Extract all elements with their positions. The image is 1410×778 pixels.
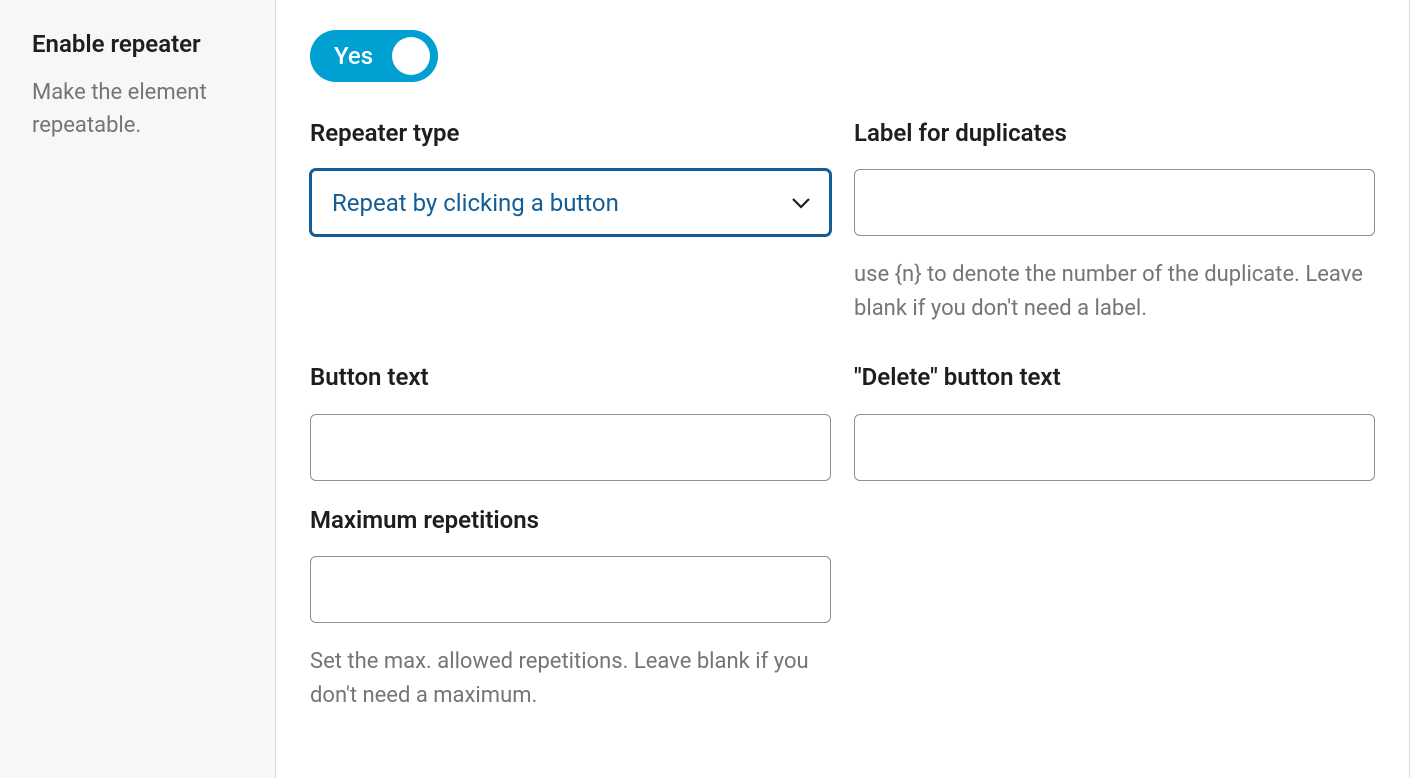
toggle-label: Yes — [334, 42, 392, 70]
fields-grid: Repeater type Repeat by clicking a butto… — [310, 118, 1375, 713]
enable-repeater-toggle[interactable]: Yes — [310, 30, 438, 82]
repeater-type-select-wrap: Repeat by clicking a button — [310, 169, 831, 236]
button-text-input[interactable] — [310, 414, 831, 481]
enable-repeater-toggle-wrap: Yes — [310, 30, 1375, 82]
delete-button-text-label: "Delete" button text — [854, 362, 1375, 393]
section-description: Make the element repeatable. — [32, 76, 243, 142]
settings-container: Enable repeater Make the element repeata… — [0, 0, 1410, 778]
repeater-type-select[interactable]: Repeat by clicking a button — [310, 169, 831, 236]
button-text-field: Button text — [310, 362, 831, 480]
label-duplicates-help: use {n} to denote the number of the dupl… — [854, 258, 1375, 326]
label-duplicates-label: Label for duplicates — [854, 118, 1375, 149]
repeater-type-field: Repeater type Repeat by clicking a butto… — [310, 118, 831, 236]
toggle-knob-icon — [392, 37, 430, 75]
left-panel: Enable repeater Make the element repeata… — [0, 0, 276, 778]
label-duplicates-field: Label for duplicates use {n} to denote t… — [854, 118, 1375, 326]
max-repetitions-label: Maximum repetitions — [310, 505, 831, 536]
max-repetitions-field: Maximum repetitions Set the max. allowed… — [310, 505, 831, 713]
delete-button-text-field: "Delete" button text — [854, 362, 1375, 480]
section-title: Enable repeater — [32, 30, 243, 58]
delete-button-text-input[interactable] — [854, 414, 1375, 481]
label-duplicates-input[interactable] — [854, 169, 1375, 236]
max-repetitions-input[interactable] — [310, 556, 831, 623]
form-panel: Yes Repeater type Repeat by clicking a b… — [276, 0, 1410, 778]
repeater-type-label: Repeater type — [310, 118, 831, 149]
button-text-label: Button text — [310, 362, 831, 393]
max-repetitions-help: Set the max. allowed repetitions. Leave … — [310, 645, 831, 713]
